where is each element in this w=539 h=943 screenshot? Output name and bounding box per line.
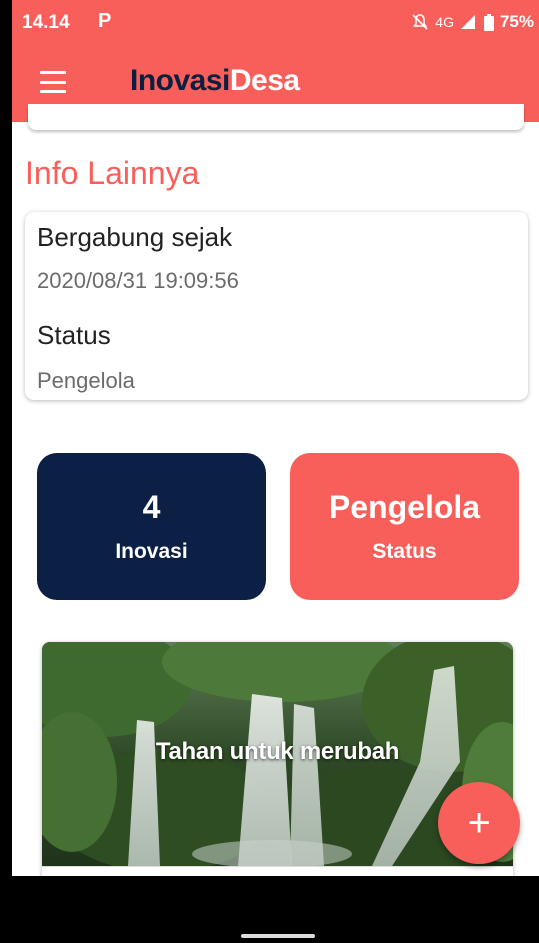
status-icons: 4G 75% bbox=[411, 12, 534, 32]
photo-card-footer bbox=[42, 866, 513, 876]
stat-inovasi-value: 4 bbox=[142, 489, 161, 525]
plus-icon: + bbox=[467, 800, 491, 845]
app-title: InovasiDesa bbox=[130, 64, 300, 98]
app-title-part2: Desa bbox=[229, 64, 300, 97]
photo-caption: Tahan untuk merubah bbox=[155, 738, 400, 765]
stat-status-label: Status bbox=[372, 540, 437, 563]
info-card: Bergabung sejak 2020/08/31 19:09:56 Stat… bbox=[25, 212, 528, 400]
status-value: Pengelola bbox=[37, 368, 135, 393]
system-navigation-bar bbox=[0, 876, 539, 943]
hamburger-menu-icon[interactable] bbox=[40, 71, 66, 93]
stat-card-status[interactable]: Pengelola Status bbox=[290, 453, 519, 600]
stat-inovasi-label: Inovasi bbox=[115, 540, 188, 563]
network-type: 4G bbox=[435, 14, 454, 30]
stat-status-value: Pengelola bbox=[328, 489, 481, 525]
home-gesture-handle[interactable] bbox=[241, 934, 315, 938]
add-fab-button[interactable]: + bbox=[438, 782, 520, 864]
notification-p-icon: P bbox=[98, 10, 112, 32]
status-label: Status bbox=[37, 320, 111, 350]
signal-icon bbox=[460, 15, 475, 29]
battery-icon bbox=[483, 13, 494, 31]
mute-bell-icon bbox=[412, 14, 428, 30]
section-title: Info Lainnya bbox=[25, 155, 200, 191]
status-time: 14.14 bbox=[22, 12, 70, 33]
battery-percent: 75% bbox=[499, 12, 534, 31]
status-bar: 14.14 P 4G 75% bbox=[12, 0, 539, 44]
phone-screen: 14.14 P 4G 75% InovasiDesa Info Lainnya … bbox=[0, 0, 539, 943]
joined-label: Bergabung sejak bbox=[37, 222, 233, 252]
stat-card-inovasi[interactable]: 4 Inovasi bbox=[37, 453, 266, 600]
app-title-part1: Inovasi bbox=[130, 64, 230, 97]
app-window: 14.14 P 4G 75% InovasiDesa Info Lainnya … bbox=[12, 0, 539, 876]
joined-value: 2020/08/31 19:09:56 bbox=[37, 268, 239, 293]
profile-card-bottom-edge bbox=[28, 104, 524, 130]
